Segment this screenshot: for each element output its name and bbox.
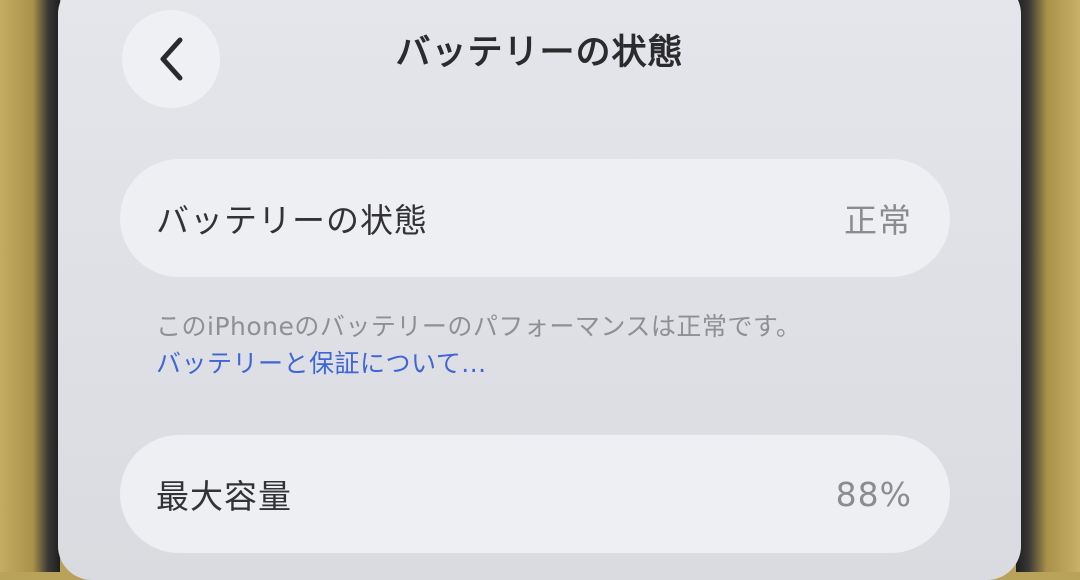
max-capacity-value: 88% [835, 474, 912, 514]
battery-state-label: バッテリーの状態 [156, 201, 428, 240]
battery-state-row: バッテリーの状態 正常 [120, 159, 950, 277]
battery-performance-description: このiPhoneのバッテリーのパフォーマンスは正常です。 [156, 312, 802, 341]
page-title: バッテリーの状態 [395, 33, 684, 73]
device-bezel-left [0, 0, 60, 572]
max-capacity-row: 最大容量 88% [120, 435, 950, 553]
screen: バッテリーの状態 バッテリーの状態 正常 このiPhoneのバッテリーのパフォー… [58, 0, 1021, 580]
device-bezel-right [1016, 0, 1080, 572]
battery-warranty-link[interactable]: バッテリーと保証について... [156, 344, 487, 380]
max-capacity-label: 最大容量 [156, 477, 292, 516]
battery-state-value: 正常 [844, 201, 912, 240]
